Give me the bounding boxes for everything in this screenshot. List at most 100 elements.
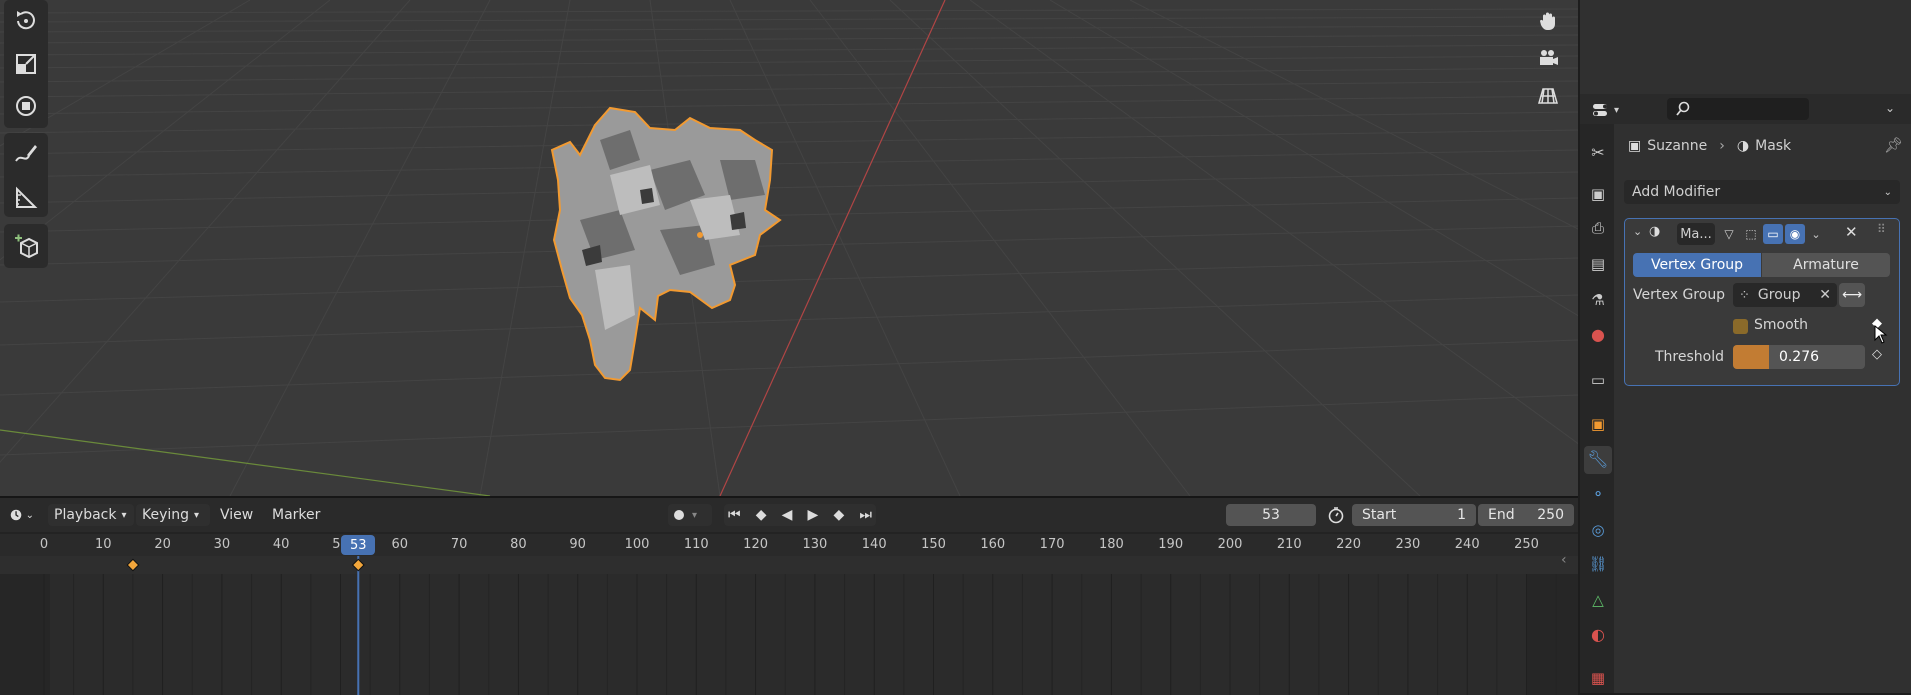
tab-data[interactable]: △ [1584, 586, 1612, 614]
add-modifier-label: Add Modifier [1632, 184, 1721, 200]
tab-output[interactable]: ⎙ [1584, 214, 1612, 242]
ruler-tick-label: 70 [450, 537, 468, 552]
play-icon[interactable]: ▶ [808, 507, 819, 523]
camera-view-button[interactable] [1533, 43, 1563, 73]
mode-armature-button[interactable]: Armature [1762, 253, 1890, 277]
tab-physics[interactable]: ◎ [1584, 516, 1612, 544]
current-frame-field[interactable]: 53 [1226, 504, 1316, 526]
edit-mode-icon[interactable]: ⬚ [1741, 224, 1761, 244]
view-menu[interactable]: View [214, 504, 259, 526]
rotate-tool-button[interactable] [8, 2, 44, 38]
properties-content: ▣ Suzanne › ◑ Mask 📌︎ Add Modifier ⌄ ⌄ ◑… [1614, 124, 1911, 693]
start-frame-label: Start [1362, 507, 1397, 523]
pan-view-button[interactable] [1533, 6, 1563, 36]
start-frame-field[interactable]: Start 1 [1352, 504, 1476, 526]
ruler-tick-label: 210 [1276, 537, 1302, 552]
prev-keyframe-icon[interactable]: ◆ [756, 507, 767, 523]
smooth-checkbox[interactable] [1733, 319, 1748, 334]
modifier-name-field[interactable]: Ma... [1677, 223, 1715, 245]
scale-tool-button[interactable] [8, 46, 44, 82]
properties-editor-type[interactable]: ▾ [1592, 100, 1628, 120]
timeline-body[interactable] [0, 556, 1578, 695]
tab-world[interactable]: ● [1584, 320, 1612, 348]
close-icon[interactable]: ✕ [1845, 223, 1858, 241]
vertex-group-icon: ⁘ [1739, 287, 1750, 303]
threshold-label: Threshold [1655, 349, 1724, 365]
ruler-tick-label: 10 [95, 537, 112, 552]
next-keyframe-icon[interactable]: ◆ [833, 507, 844, 523]
auto-keying-toggle[interactable]: ▾ [668, 504, 712, 526]
tab-constraints[interactable]: ⛓ [1584, 550, 1612, 578]
chevron-down-icon: ⌄ [1883, 186, 1892, 198]
view-layer-icon: ▤ [1590, 255, 1606, 273]
chevron-right-icon: › [1719, 138, 1725, 154]
ruler-tick-label: 160 [980, 537, 1006, 552]
measure-icon [16, 186, 38, 208]
viewport-display-icon[interactable]: ▭ [1763, 224, 1783, 244]
ortho-toggle-button[interactable] [1533, 81, 1563, 111]
annotate-tool-button[interactable] [8, 136, 44, 172]
start-frame-value: 1 [1457, 507, 1466, 523]
mask-modifier-icon: ◑ [1649, 224, 1661, 239]
properties-search-input[interactable] [1667, 98, 1809, 120]
ruler-tick-label: 250 [1514, 537, 1539, 552]
tab-tool[interactable]: ✂ [1584, 138, 1612, 166]
vertex-group-field[interactable]: ⁘ Group ✕ [1733, 283, 1837, 307]
end-frame-field[interactable]: End 250 [1478, 504, 1574, 526]
modifier-name-value: Ma... [1680, 226, 1712, 242]
object-icon: ▣ [1590, 415, 1606, 433]
timeline-editor[interactable]: ⌄ Playback ▾ Keying ▾ View Marker ▾ ⏮ ◆ … [0, 496, 1578, 695]
tab-collection[interactable]: ▭ [1584, 366, 1612, 394]
clear-icon[interactable]: ✕ [1819, 287, 1831, 303]
chevron-down-icon: ⌄ [25, 509, 34, 521]
threshold-keyframe-icon[interactable]: ◇ [1872, 347, 1882, 362]
on-cage-icon[interactable]: ▽ [1719, 224, 1739, 244]
measure-tool-button[interactable] [8, 180, 44, 216]
add-cube-icon [15, 234, 38, 259]
panel-collapse-icon[interactable]: ⌄ [1633, 225, 1642, 238]
end-frame-value: 250 [1537, 507, 1564, 523]
playback-menu[interactable]: Playback ▾ [48, 504, 134, 526]
threshold-slider[interactable]: 0.276 [1733, 345, 1865, 369]
add-modifier-dropdown[interactable]: Add Modifier ⌄ [1624, 180, 1900, 204]
tab-scene[interactable]: ⚗ [1584, 286, 1612, 314]
tab-particles[interactable]: ⚬ [1584, 480, 1612, 508]
drag-handle-icon[interactable]: ⠿ [1877, 222, 1886, 236]
playback-controls: ⏮ ◆ ◀ ▶ ◆ ⏭ [724, 504, 876, 526]
render-camera-icon[interactable]: ◉ [1785, 224, 1805, 244]
suzanne-mesh[interactable] [540, 100, 820, 385]
options-chevron-icon[interactable]: ⌄ [1885, 101, 1895, 115]
jump-end-icon[interactable]: ⏭ [859, 507, 872, 523]
playhead-badge[interactable]: 53 [341, 535, 376, 555]
pin-icon[interactable]: 📌︎ [1884, 136, 1903, 154]
mode-vertex-group-button[interactable]: Vertex Group [1633, 253, 1761, 277]
properties-editor-icon [1593, 104, 1607, 116]
frame-ruler[interactable]: 0102030405060708090100110120130140150160… [0, 534, 1578, 556]
transform-tool-button[interactable] [8, 88, 44, 124]
tab-texture[interactable]: ▦ [1584, 664, 1612, 692]
sidebar-expand-icon[interactable]: ‹ [1561, 552, 1567, 568]
add-cube-tool-button[interactable] [8, 228, 44, 264]
ruler-tick-label: 40 [272, 537, 290, 552]
jump-start-icon[interactable]: ⏮ [728, 507, 741, 523]
tab-render[interactable]: ▣ [1584, 180, 1612, 208]
tab-modifiers[interactable]: 🔧︎ [1584, 446, 1612, 474]
play-reverse-icon[interactable]: ◀ [782, 507, 793, 523]
preview-range-toggle[interactable] [1324, 504, 1350, 526]
hand-pan-icon [1540, 12, 1555, 30]
3d-viewport[interactable] [0, 0, 1578, 496]
wrench-icon: 🔧︎ [1587, 450, 1609, 470]
editor-type-dropdown[interactable]: ⌄ [4, 504, 40, 526]
ruler-tick-label: 90 [569, 537, 586, 552]
mode-vertex-group-label: Vertex Group [1650, 257, 1744, 273]
tab-material[interactable]: ◐ [1584, 620, 1612, 648]
tab-object[interactable]: ▣ [1584, 410, 1612, 438]
invert-vertex-group-button[interactable]: ⟷ [1839, 283, 1865, 307]
keying-menu[interactable]: Keying ▾ [136, 504, 210, 526]
ruler-tick-label: 0 [39, 537, 49, 552]
tab-view-layer[interactable]: ▤ [1584, 250, 1612, 278]
marker-menu[interactable]: Marker [266, 504, 326, 526]
ruler-tick-label: 200 [1217, 537, 1243, 552]
ruler-tick-label: 30 [213, 537, 231, 552]
chevron-down-icon[interactable]: ⌄ [1807, 224, 1825, 244]
